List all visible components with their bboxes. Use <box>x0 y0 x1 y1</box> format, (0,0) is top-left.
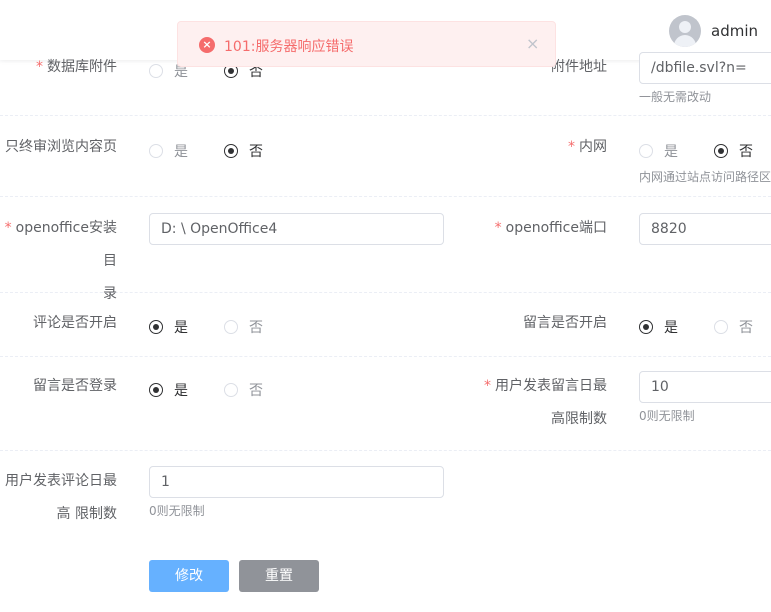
form-row-open: 评论是否开启 是 否 留言是否开启 是 否 <box>0 293 771 357</box>
form-row-audit: 只终审浏览内容页 是 否 * 内网 是 否 内网通过站点访问路径区 <box>0 116 771 197</box>
message-limit-label: * 用户发表留言日最 高限制数 <box>484 378 607 427</box>
username[interactable]: admin <box>711 22 758 40</box>
form-row-openoffice: * openoffice安装目 录 D: \ OpenOffice4 * openo… <box>0 197 771 302</box>
audit-label: 只终审浏览内容页 <box>5 139 117 155</box>
intranet-radio-no[interactable]: 否 <box>714 141 753 161</box>
close-icon[interactable]: × <box>526 34 539 53</box>
comment-limit-label: 用户发表评论日最 高 限制数 <box>5 473 117 522</box>
comment-limit-hint: 0则无限制 <box>149 504 205 518</box>
intranet-label: * 内网 <box>568 139 607 155</box>
message-login-radio-yes[interactable]: 是 <box>149 380 188 400</box>
message-limit-hint: 0则无限制 <box>639 409 695 423</box>
comment-open-label: 评论是否开启 <box>33 315 117 331</box>
comment-open-radio-no[interactable]: 否 <box>224 317 263 337</box>
openoffice-port-input[interactable]: 8820 <box>639 213 771 245</box>
form-row-message: 留言是否登录 是 否 * 用户发表留言日最 高限制数 10 0则无限制 <box>0 357 771 451</box>
form-row-comment-limit: 用户发表评论日最 高 限制数 1 0则无限制 <box>0 451 771 541</box>
error-circle-icon: × <box>199 37 215 53</box>
comment-open-radio-yes[interactable]: 是 <box>149 317 188 337</box>
audit-radio-no[interactable]: 否 <box>224 141 263 161</box>
attachment-address-hint: 一般无需改动 <box>639 90 712 104</box>
message-login-radio-no[interactable]: 否 <box>224 380 263 400</box>
error-toast: × 101:服务器响应错误 × <box>177 21 556 67</box>
avatar-head <box>679 21 691 33</box>
audit-radio-yes[interactable]: 是 <box>149 141 188 161</box>
intranet-radio-yes[interactable]: 是 <box>639 141 678 161</box>
message-open-radio-yes[interactable]: 是 <box>639 317 678 337</box>
attachment-address-label: 附件地址 <box>551 59 607 75</box>
error-message: 101:服务器响应错误 <box>224 39 354 55</box>
message-open-label: 留言是否开启 <box>523 315 607 331</box>
openoffice-dir-input[interactable]: D: \ OpenOffice4 <box>149 213 444 245</box>
attachment-label: * 数据库附件 <box>36 59 117 75</box>
reset-button[interactable]: 重置 <box>239 560 319 592</box>
openoffice-port-label: * openoffice端口 <box>494 220 607 236</box>
message-limit-input[interactable]: 10 <box>639 371 771 403</box>
message-open-radio-no[interactable]: 否 <box>714 317 753 337</box>
intranet-hint: 内网通过站点访问路径区 <box>639 170 771 184</box>
message-login-label: 留言是否登录 <box>33 378 117 394</box>
submit-button[interactable]: 修改 <box>149 560 229 592</box>
attachment-address-input[interactable]: /dbfile.svl?n= <box>639 52 771 84</box>
comment-limit-input[interactable]: 1 <box>149 466 444 498</box>
